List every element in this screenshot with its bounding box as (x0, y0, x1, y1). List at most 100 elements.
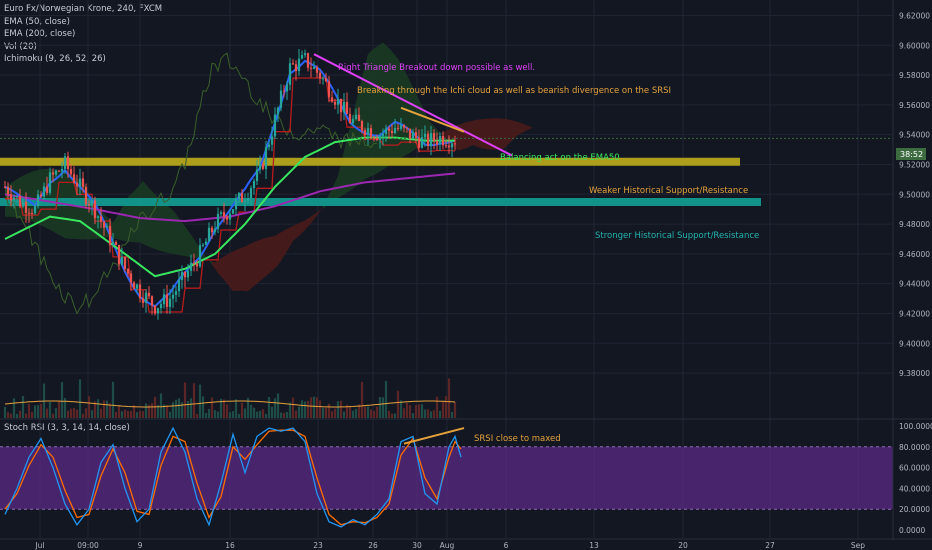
volume-bar (396, 390, 400, 418)
cloud-segment (116, 213, 119, 240)
volume-bar (408, 405, 412, 418)
volume-bar (435, 396, 439, 418)
candle-body (54, 170, 58, 175)
candle-body (276, 107, 280, 115)
volume-bar (402, 408, 406, 418)
cloud-segment (137, 184, 140, 243)
volume-bar (381, 397, 385, 418)
volume-bar (171, 402, 175, 418)
price-tick-label: 9.46000 (899, 250, 930, 259)
candle-body (351, 118, 355, 124)
candle-body (327, 81, 331, 98)
candle-body (96, 216, 100, 218)
volume-bar (204, 412, 208, 418)
volume-bar (447, 378, 451, 418)
cloud-segment (254, 240, 257, 287)
volume-bar (384, 381, 388, 418)
volume-bar (9, 413, 13, 418)
candle-body (189, 262, 193, 271)
cloud-segment (380, 42, 383, 172)
candle-body (213, 228, 217, 233)
volume-bar (327, 403, 331, 418)
volume-bar (54, 408, 58, 418)
candle-body (417, 137, 421, 148)
cloud-segment (71, 175, 74, 239)
volume-bar (12, 398, 16, 418)
candle-body (120, 256, 124, 265)
candle-body (183, 271, 187, 278)
volume-bar (294, 410, 298, 418)
volume-bar (318, 400, 322, 418)
chart-canvas[interactable]: 9.62000 9.60000 9.58000 9.56000 9.54000 9.520… (0, 0, 932, 550)
cloud-segment (122, 202, 125, 242)
candle-body (237, 193, 241, 199)
cloud-segment (134, 188, 137, 243)
candle-body (105, 225, 109, 228)
candle-body (333, 101, 337, 105)
cloud-segment (524, 124, 527, 132)
candle-body (312, 67, 316, 69)
time-tick-label: Jul (34, 541, 44, 550)
candle-body (198, 245, 202, 267)
cloud-segment (170, 207, 173, 254)
volume-bar (150, 403, 154, 418)
volume-bar (336, 401, 340, 418)
volume-bar (423, 409, 427, 418)
candle-body (321, 78, 325, 80)
cloud-segment (338, 163, 341, 198)
cloud-segment (266, 237, 269, 277)
volume-bar (39, 403, 43, 418)
volume-bar (444, 396, 448, 418)
candle-body (39, 194, 43, 197)
cloud-segment (230, 251, 233, 292)
volume-bar (225, 404, 229, 418)
volume-bar (429, 411, 433, 418)
candle-body (162, 294, 166, 305)
cloud-segment (263, 237, 266, 279)
candle-body (447, 145, 451, 148)
volume-bar (27, 403, 31, 418)
volume-bar (399, 400, 403, 418)
rsi-tick-label: 60.0000 (899, 464, 930, 473)
candle-body (366, 128, 370, 136)
volume-bar (189, 398, 193, 418)
volume-bar (3, 406, 7, 418)
candle-body (117, 244, 121, 265)
volume-bar (129, 410, 133, 418)
cloud-segment (383, 42, 386, 170)
cloud-segment (251, 242, 254, 289)
volume-bar (354, 408, 358, 418)
candle-body (156, 308, 160, 314)
cloud-segment (185, 226, 188, 257)
cloud-segment (287, 227, 290, 252)
cloud-segment (293, 224, 296, 242)
volume-bar (21, 396, 25, 418)
volume-bar (120, 411, 124, 418)
candle-body (261, 163, 265, 169)
strong-support-zone (0, 198, 761, 206)
volume-bar (264, 413, 268, 418)
time-tick-label: 6 (504, 541, 509, 550)
candle-body (453, 143, 457, 145)
volume-bar (342, 411, 346, 418)
candle-body (216, 213, 220, 229)
time-tick-label: 20 (678, 541, 688, 550)
volume-bar (375, 406, 379, 418)
cloud-segment (401, 64, 404, 158)
volume-bar (141, 411, 145, 418)
volume-bar (267, 396, 271, 418)
price-tick-label: 9.50000 (899, 190, 930, 199)
candle-body (267, 144, 271, 148)
volume-bar (30, 411, 34, 418)
candle-body (330, 97, 334, 102)
candle-body (132, 282, 136, 289)
price-tick-label: 9.60000 (899, 41, 930, 50)
candle-body (6, 186, 10, 195)
volume-bar (15, 413, 19, 418)
volume-bar (387, 410, 391, 418)
cloud-segment (308, 216, 311, 227)
price-tick-label: 9.62000 (899, 11, 930, 20)
candle-body (408, 128, 412, 139)
volume-bar (321, 407, 325, 418)
candle-body (174, 291, 178, 295)
